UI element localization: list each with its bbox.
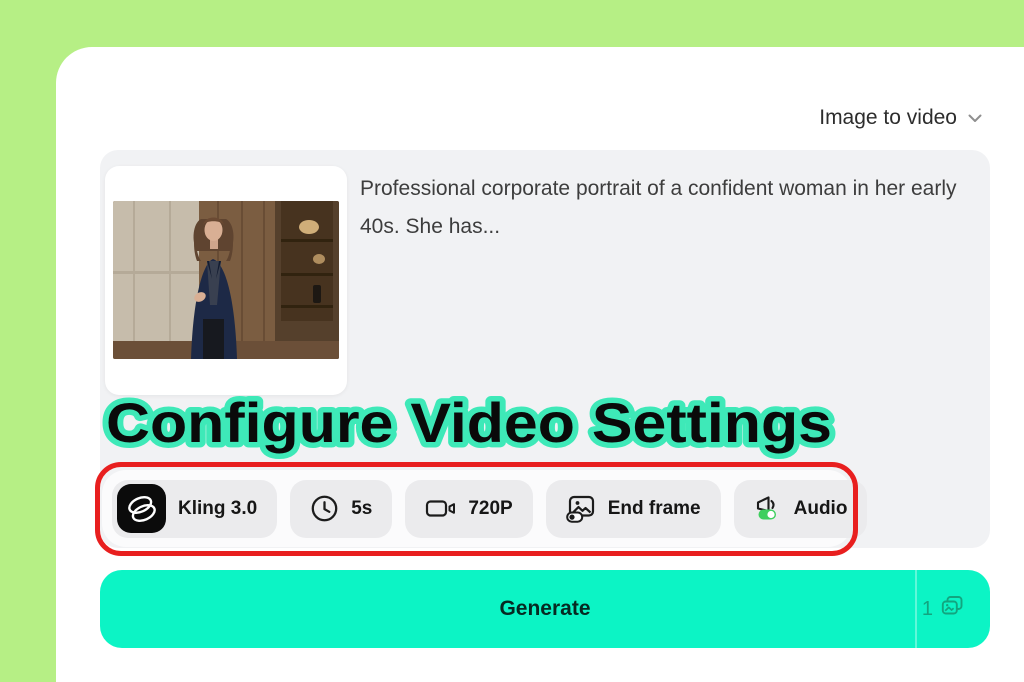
end-frame-image-toggle-icon [566,495,596,523]
duration-label: 5s [351,498,372,520]
model-label: Kling 3.0 [178,498,257,520]
end-frame-button[interactable]: End frame [546,480,721,538]
model-selector-button[interactable]: Kling 3.0 [112,480,277,538]
input-image-card[interactable] [105,166,347,395]
mode-selector-label: Image to video [819,106,957,130]
annotation-headline: Configure Video Settings [106,384,854,462]
annotation-headline-text: Configure Video Settings [106,391,832,454]
video-settings-toolbar: Kling 3.0 5s 720P [102,470,852,547]
generate-button-label: Generate [499,597,590,621]
generate-button[interactable]: Generate 1 [100,570,990,648]
kling-logo-icon [117,484,166,533]
credits-count: 1 [922,598,933,621]
end-frame-label: End frame [608,498,701,520]
video-camera-icon [425,497,456,520]
images-icon [940,594,964,624]
prompt-text[interactable]: Professional corporate portrait of a con… [360,170,965,246]
credits-indicator: 1 [922,570,964,648]
audio-megaphone-toggle-icon [754,495,782,522]
duration-selector-button[interactable]: 5s [290,480,392,538]
resolution-label: 720P [468,498,512,520]
audio-label: Audio [794,498,848,520]
resolution-selector-button[interactable]: 720P [405,480,532,538]
audio-toggle-button[interactable]: Audio [734,480,868,538]
generate-credits-divider [915,570,917,648]
chevron-down-icon [966,109,984,127]
input-image-thumbnail [113,201,339,359]
clock-icon [310,494,339,523]
mode-selector-dropdown[interactable]: Image to video [819,106,984,130]
portrait-photo-illustration [113,201,339,359]
app-root: { "colors": { "page_bg": "#b6ef85", "pan… [0,0,1024,682]
